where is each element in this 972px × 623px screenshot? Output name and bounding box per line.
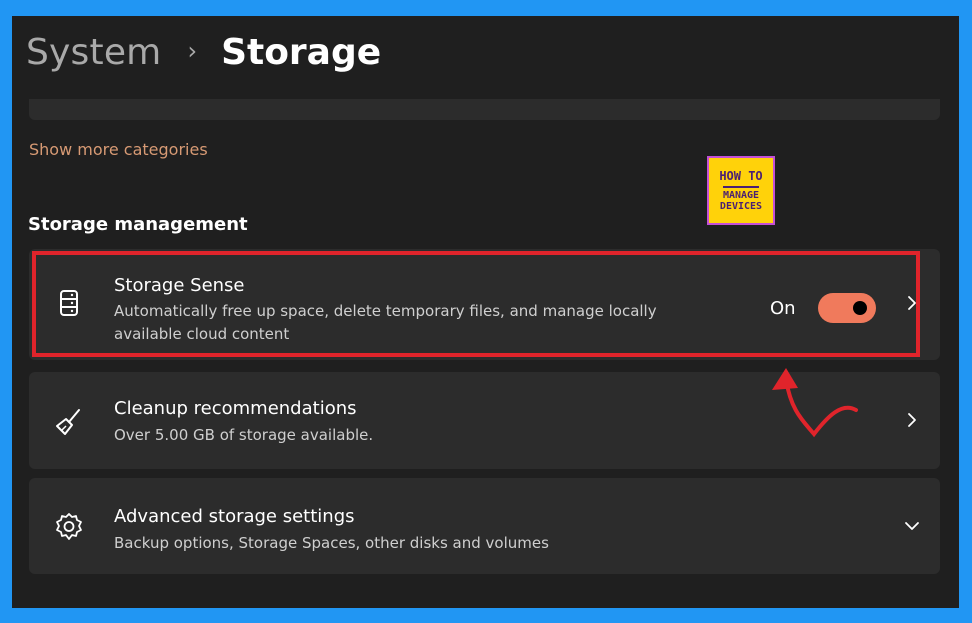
- advanced-storage-settings-card[interactable]: Advanced storage settings Backup options…: [29, 478, 940, 574]
- breadcrumb-separator: ›: [187, 36, 198, 65]
- red-arrow-annotation: [772, 368, 858, 438]
- breadcrumb: System › Storage: [26, 32, 381, 73]
- cleanup-recommendations-title: Cleanup recommendations: [114, 398, 357, 419]
- cleanup-recommendations-description: Over 5.00 GB of storage available.: [114, 426, 374, 444]
- toggle-knob: [853, 301, 867, 315]
- chevron-down-icon[interactable]: [904, 518, 920, 534]
- breadcrumb-system-link[interactable]: System: [26, 32, 161, 73]
- show-more-categories-link[interactable]: Show more categories: [29, 140, 208, 159]
- storage-sense-toggle[interactable]: [818, 293, 876, 323]
- section-title: Storage management: [28, 214, 248, 235]
- storage-sense-card[interactable]: Storage Sense Automatically free up spac…: [29, 249, 940, 360]
- logo-line-1: HOW TO: [719, 168, 763, 183]
- advanced-storage-settings-title: Advanced storage settings: [114, 506, 355, 527]
- storage-usage-card: [29, 99, 940, 120]
- logo-line-3: DEVICES: [719, 200, 763, 212]
- logo-line-2: MANAGE: [722, 185, 760, 201]
- chevron-right-icon[interactable]: [904, 412, 920, 428]
- storage-drive-icon: [60, 290, 78, 316]
- gear-icon: [56, 513, 82, 540]
- advanced-storage-settings-description: Backup options, Storage Spaces, other di…: [114, 534, 549, 552]
- storage-sense-description-line1: Automatically free up space, delete temp…: [114, 302, 657, 320]
- page-title: Storage: [221, 32, 382, 73]
- chevron-right-icon[interactable]: [904, 295, 920, 311]
- storage-sense-state-label: On: [770, 298, 796, 319]
- settings-window: System › Storage Show more categories HO…: [12, 16, 959, 608]
- howtomanagedevices-logo: HOW TO MANAGE DEVICES: [707, 156, 775, 225]
- storage-sense-title: Storage Sense: [114, 275, 245, 296]
- storage-sense-description-line2: available cloud content: [114, 325, 290, 343]
- broom-icon: [56, 409, 80, 435]
